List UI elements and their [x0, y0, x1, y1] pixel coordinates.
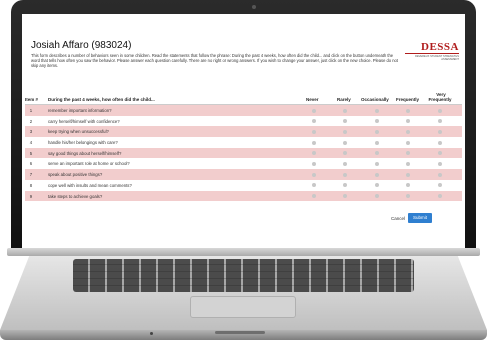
radio-rarely[interactable] — [343, 151, 347, 156]
item-question: remember important information? — [48, 108, 112, 113]
item-number: 2 — [29, 118, 33, 124]
dessa-logo: DESSA DEVEREUX STUDENT STRENGTHS ASSESSM… — [405, 41, 459, 61]
item-question: serve an important role at home or schoo… — [48, 161, 130, 167]
radio-never[interactable] — [312, 183, 316, 188]
radio-rarely[interactable] — [343, 129, 347, 134]
radio-never[interactable] — [312, 194, 316, 198]
header-question: During the past 4 weeks, how often did t… — [48, 97, 155, 102]
radio-never[interactable] — [312, 140, 316, 145]
status-light — [150, 332, 153, 335]
item-question: keep trying when unsuccessful? — [48, 129, 109, 135]
laptop-screen: Josiah Affaro (983024) This form describ… — [22, 14, 465, 248]
radio-rarely[interactable] — [343, 194, 347, 198]
radio-occasionally[interactable] — [375, 161, 379, 166]
item-number: 7 — [29, 172, 33, 178]
radio-occasionally[interactable] — [375, 140, 379, 145]
item-question: handle his/her belongings with care? — [48, 140, 118, 146]
radio-occasionally[interactable] — [375, 172, 379, 177]
radio-frequently[interactable] — [406, 183, 410, 188]
header-very-frequently: Frequently — [428, 97, 452, 102]
radio-occasionally[interactable] — [375, 119, 379, 124]
radio-rarely[interactable] — [343, 108, 347, 113]
radio-very-frequently[interactable] — [438, 119, 442, 124]
radio-never[interactable] — [312, 129, 316, 134]
submit-button[interactable]: Submit — [408, 213, 432, 223]
radio-rarely[interactable] — [343, 172, 347, 177]
radio-frequently[interactable] — [406, 108, 410, 113]
radio-occasionally[interactable] — [375, 151, 379, 156]
item-number: 3 — [29, 129, 33, 135]
radio-rarely[interactable] — [343, 140, 347, 145]
item-question: cope well with insults and mean comments… — [48, 182, 132, 188]
item-question: carry herself/himself with confidence? — [48, 118, 120, 124]
radio-occasionally[interactable] — [375, 183, 379, 188]
radio-frequently[interactable] — [406, 119, 410, 124]
radio-very-frequently[interactable] — [438, 172, 442, 177]
table-row: 1 remember important information? — [25, 105, 462, 116]
item-question: speak about positive things? — [48, 172, 103, 178]
header-frequently: Frequently — [396, 97, 420, 102]
item-number: 4 — [29, 140, 33, 146]
item-number: 9 — [29, 193, 33, 199]
radio-never[interactable] — [312, 172, 316, 177]
trackpad — [190, 296, 296, 318]
radio-very-frequently[interactable] — [438, 183, 442, 188]
table-row: 2 carry herself/himself with confidence? — [25, 115, 462, 127]
item-number: 8 — [29, 182, 33, 188]
page-title: Josiah Affaro (983024) — [31, 40, 132, 51]
radio-very-frequently[interactable] — [438, 161, 442, 166]
radio-frequently[interactable] — [406, 172, 410, 177]
radio-occasionally[interactable] — [375, 194, 379, 198]
instructions-text: This form describes a number of behavior… — [31, 53, 398, 69]
form-header: Josiah Affaro (983024) This form describ… — [22, 14, 465, 86]
radio-never[interactable] — [312, 161, 316, 166]
radio-never[interactable] — [312, 108, 316, 113]
radio-frequently[interactable] — [406, 161, 410, 166]
cancel-button[interactable]: Cancel — [391, 216, 405, 221]
radio-never[interactable] — [312, 119, 316, 124]
front-slot — [215, 331, 265, 334]
table-row: 4 handle his/her belongings with care? — [25, 137, 462, 148]
logo-text: DESSA — [405, 41, 459, 54]
header-occasionally: Occasionally — [361, 97, 389, 102]
table-row: 8 cope well with insults and mean commen… — [25, 179, 462, 191]
radio-very-frequently[interactable] — [438, 151, 442, 156]
table-row: 6 serve an important role at home or sch… — [25, 158, 462, 170]
radio-rarely[interactable] — [343, 183, 347, 188]
table-row: 9 take steps to achieve goals? — [25, 190, 462, 202]
camera-icon — [252, 5, 256, 9]
table-row: 3 keep trying when unsuccessful? — [25, 126, 462, 138]
item-question: take steps to achieve goals? — [48, 193, 103, 199]
table-row: 7 speak about positive things? — [25, 169, 462, 180]
radio-rarely[interactable] — [343, 119, 347, 124]
header-rarely: Rarely — [337, 97, 351, 102]
radio-occasionally[interactable] — [375, 129, 379, 134]
radio-rarely[interactable] — [343, 161, 347, 166]
radio-frequently[interactable] — [406, 129, 410, 134]
radio-never[interactable] — [312, 151, 316, 156]
radio-occasionally[interactable] — [375, 108, 379, 113]
assessment-table: Item # During the past 4 weeks, how ofte… — [25, 90, 462, 202]
radio-very-frequently[interactable] — [438, 194, 442, 198]
item-number: 6 — [29, 161, 33, 167]
header-item: Item # — [25, 97, 39, 102]
radio-frequently[interactable] — [406, 194, 410, 198]
table-row: 5 say good things about herself/himself? — [25, 147, 462, 159]
table-header: Item # During the past 4 weeks, how ofte… — [25, 90, 462, 105]
logo-subtitle: DEVEREUX STUDENT STRENGTHS ASSESSMENT — [415, 55, 459, 62]
radio-very-frequently[interactable] — [438, 108, 442, 113]
radio-very-frequently[interactable] — [438, 129, 442, 134]
header-never: Never — [306, 97, 319, 102]
laptop-hinge — [7, 248, 480, 256]
keyboard — [73, 259, 414, 292]
radio-frequently[interactable] — [406, 151, 410, 156]
radio-frequently[interactable] — [406, 140, 410, 145]
item-question: say good things about herself/himself? — [48, 150, 122, 156]
item-number: 5 — [29, 150, 33, 156]
radio-very-frequently[interactable] — [438, 140, 442, 145]
item-number: 1 — [29, 108, 33, 113]
